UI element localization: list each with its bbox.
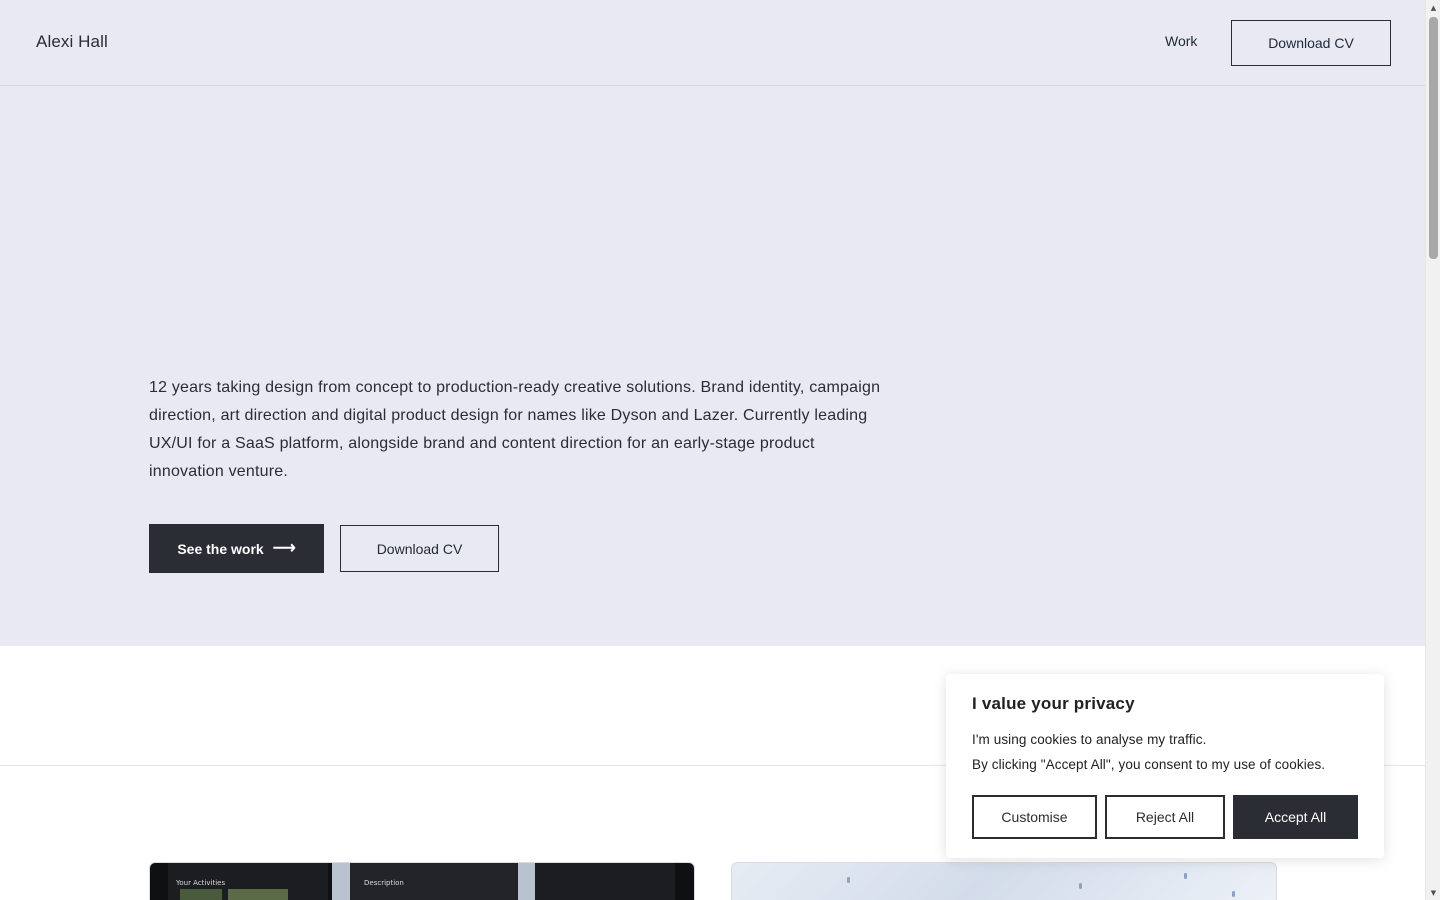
- see-the-work-label: See the work: [177, 540, 264, 557]
- page: Alexi Hall Work Download CV 12 years tak…: [0, 0, 1425, 900]
- screen-divider: [332, 863, 350, 900]
- marble-texture-speck: [1184, 873, 1187, 879]
- hero-section: 12 years taking design from concept to p…: [0, 86, 1425, 646]
- app-screen-panel: [535, 863, 675, 900]
- photo-thumbnail: [180, 889, 222, 900]
- brand-logo[interactable]: Alexi Hall: [36, 32, 108, 52]
- site-header: Alexi Hall Work Download CV: [0, 0, 1425, 86]
- photo-thumbnail: [228, 889, 288, 900]
- scroll-up-arrow-icon[interactable]: ▲: [1426, 0, 1440, 15]
- marble-texture-speck: [847, 877, 850, 883]
- hero-download-cv-button[interactable]: Download CV: [340, 525, 499, 572]
- cookie-consent-banner: I value your privacy I'm using cookies t…: [946, 674, 1384, 858]
- nav-work-link[interactable]: Work: [1165, 33, 1197, 49]
- cookie-banner-consent-text: By clicking "Accept All", you consent to…: [972, 757, 1326, 772]
- arrow-right-icon: ⟶: [272, 539, 296, 557]
- see-the-work-button[interactable]: See the work ⟶: [149, 524, 324, 573]
- hero-intro-text: 12 years taking design from concept to p…: [149, 379, 881, 480]
- scrollbar-thumb[interactable]: [1429, 17, 1438, 259]
- cookie-banner-title: I value your privacy: [972, 694, 1135, 713]
- accept-all-button[interactable]: Accept All: [1233, 795, 1358, 839]
- page-scrollbar[interactable]: ▲ ▼: [1425, 0, 1440, 900]
- project-card-app[interactable]: Your Activities Description: [149, 862, 695, 900]
- scroll-down-arrow-icon[interactable]: ▼: [1426, 885, 1440, 900]
- cookie-banner-text: I'm using cookies to analyse my traffic.: [972, 732, 1207, 747]
- app-screen-heading: Description: [364, 879, 404, 887]
- marble-texture-speck: [1232, 891, 1235, 897]
- customise-button[interactable]: Customise: [972, 795, 1097, 839]
- header-download-cv-button[interactable]: Download CV: [1231, 20, 1391, 66]
- reject-all-button[interactable]: Reject All: [1105, 795, 1225, 839]
- marble-texture-speck: [1079, 883, 1082, 889]
- app-screen-heading: Your Activities: [176, 879, 226, 887]
- screen-divider: [518, 863, 536, 900]
- project-card-marble[interactable]: [731, 862, 1277, 900]
